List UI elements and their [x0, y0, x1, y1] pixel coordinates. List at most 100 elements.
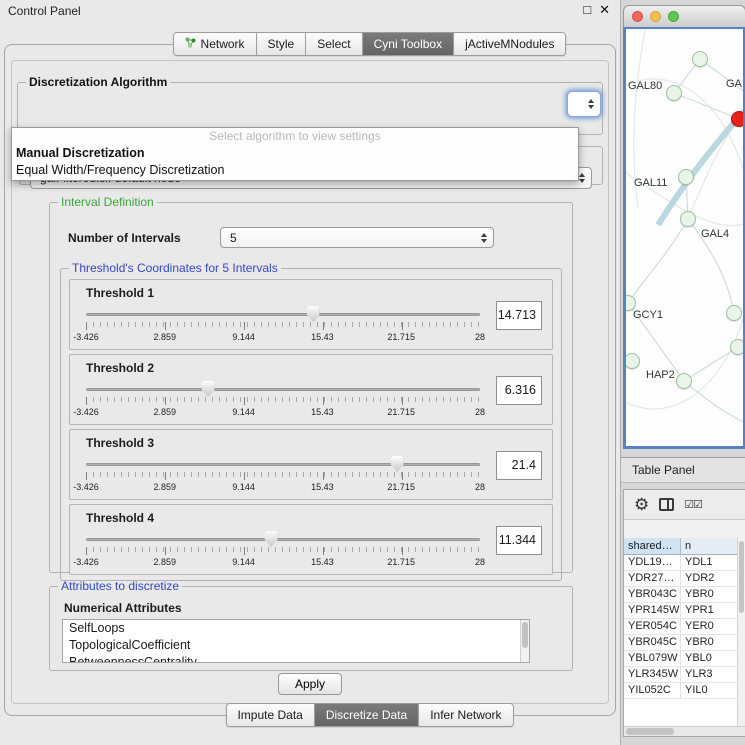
table-toolbar: ⚙ ☑☑	[624, 490, 745, 520]
slider-tick-label: 15.43	[311, 332, 334, 342]
float-window-icon[interactable]: □	[583, 2, 591, 18]
attribute-item[interactable]: BetweennessCentrality	[63, 654, 529, 663]
table-row[interactable]: YBR043CYBR0	[624, 587, 745, 603]
table-row[interactable]: YER054CYER0	[624, 619, 745, 635]
network-node[interactable]	[678, 169, 694, 185]
slider-tick-label: 2.859	[154, 332, 177, 342]
scrollbar-thumb[interactable]	[739, 541, 744, 613]
attributes-to-discretize-group: Attributes to discretize Numerical Attri…	[49, 579, 573, 671]
table-row[interactable]: YDL19…YDL1	[624, 555, 745, 571]
slider-tick-label: 15.43	[311, 407, 334, 417]
threshold-coordinates-group: Threshold's Coordinates for 5 Intervals …	[60, 261, 562, 581]
slider-tick-label: 28	[475, 407, 485, 417]
attribute-item[interactable]: TopologicalCoefficient	[63, 637, 529, 654]
threshold-slider[interactable]: -3.4262.8599.14415.4321.71528	[86, 529, 480, 571]
close-traffic-light-icon[interactable]	[632, 11, 643, 22]
threshold-value-field[interactable]: 11.344	[496, 526, 542, 555]
network-node[interactable]	[731, 111, 745, 127]
tab-discretize-data[interactable]: Discretize Data	[314, 704, 418, 726]
table-row[interactable]: YBL079WYBL0	[624, 651, 745, 667]
attribute-list-scrollbar[interactable]	[520, 620, 529, 662]
dropdown-option[interactable]: Manual Discretization	[12, 145, 578, 162]
table-horizontal-scrollbar[interactable]	[624, 726, 745, 736]
threshold-slider[interactable]: -3.4262.8599.14415.4321.71528	[86, 454, 480, 496]
window-title: Control Panel	[8, 4, 81, 18]
attribute-list[interactable]: SelfLoopsTopologicalCoefficientBetweenne…	[62, 619, 530, 663]
columns-icon[interactable]	[659, 498, 674, 511]
slider-tick-labels: -3.4262.8599.14415.4321.71528	[86, 557, 480, 568]
slider-thumb[interactable]	[265, 531, 278, 547]
table-panel-window: ⚙ ☑☑ shared…n YDL19…YDL1YDR27…YDR2YBR043…	[623, 489, 745, 737]
table-column-header[interactable]: shared…	[624, 538, 681, 554]
table-cell: YPR1	[681, 603, 745, 618]
combo-stepper-icon	[481, 233, 487, 243]
threshold-value-field[interactable]: 21.4	[496, 451, 542, 480]
tab-network[interactable]: Network	[174, 33, 256, 55]
tab-infer-network[interactable]: Infer Network	[418, 704, 512, 726]
apply-button[interactable]: Apply	[278, 673, 342, 695]
dropdown-option[interactable]: Equal Width/Frequency Discretization	[12, 162, 578, 179]
tab-select[interactable]: Select	[305, 33, 361, 55]
slider-tick-label: 15.43	[311, 482, 334, 492]
table-row[interactable]: YDR27…YDR2	[624, 571, 745, 587]
minimize-traffic-light-icon[interactable]	[650, 11, 661, 22]
table-cell: YDL19…	[624, 555, 681, 570]
algorithm-combo[interactable]	[567, 91, 601, 117]
network-node[interactable]	[680, 211, 696, 227]
group-title: Threshold's Coordinates for 5 Intervals	[69, 261, 281, 275]
number-of-intervals-combo[interactable]: 5	[220, 227, 494, 248]
table-panel-header[interactable]: Table Panel	[621, 457, 745, 483]
threshold-slider[interactable]: -3.4262.8599.14415.4321.71528	[86, 379, 480, 421]
right-panel: GAL80GAGAL11GAL4GCY1HAP2 Table Panel ⚙ ☑…	[620, 0, 745, 745]
network-node[interactable]	[730, 339, 745, 355]
gear-icon[interactable]: ⚙	[634, 496, 649, 513]
network-node-label: HAP2	[646, 369, 675, 381]
zoom-traffic-light-icon[interactable]	[668, 11, 679, 22]
slider-thumb[interactable]	[391, 456, 404, 472]
slider-tick-labels: -3.4262.8599.14415.4321.71528	[86, 407, 480, 418]
network-node[interactable]	[624, 353, 640, 369]
combo-stepper-icon	[588, 99, 594, 109]
threshold-value-field[interactable]: 6.316	[496, 376, 542, 405]
network-node[interactable]	[666, 85, 682, 101]
table-row[interactable]: YIL052CYIL0	[624, 683, 745, 699]
attribute-item[interactable]: SelfLoops	[63, 620, 529, 637]
table-column-header[interactable]: n	[681, 538, 745, 554]
select-rows-icon[interactable]: ☑☑	[684, 498, 702, 511]
tab-style[interactable]: Style	[256, 33, 306, 55]
network-node[interactable]	[692, 51, 708, 67]
network-node[interactable]	[676, 373, 692, 389]
network-node-label: GAL80	[628, 80, 662, 92]
tab-label: Infer Network	[430, 708, 501, 722]
group-title: Attributes to discretize	[58, 579, 182, 593]
table-row[interactable]: YBR045CYBR0	[624, 635, 745, 651]
table-cell: YDR27…	[624, 571, 681, 586]
network-node-label: GA	[726, 78, 742, 90]
network-window-titlebar[interactable]	[623, 5, 745, 27]
table-row[interactable]: YLR345WYLR3	[624, 667, 745, 683]
table-cell: YBR0	[681, 587, 745, 602]
close-window-icon[interactable]: ✕	[599, 2, 610, 18]
slider-tick-label: -3.426	[73, 557, 99, 567]
table-panel-title: Table Panel	[632, 463, 695, 477]
slider-thumb[interactable]	[202, 381, 215, 397]
network-node-label: GAL11	[634, 177, 667, 189]
table-vertical-scrollbar[interactable]	[737, 538, 745, 726]
scrollbar-thumb[interactable]	[626, 728, 674, 735]
tab-jactivemnodules[interactable]: jActiveMNodules	[453, 33, 565, 55]
threshold-panel: Threshold 4 -3.4262.8599.14415.4321.7152…	[69, 504, 553, 575]
network-canvas[interactable]: GAL80GAGAL11GAL4GCY1HAP2	[626, 29, 743, 446]
tab-impute-data[interactable]: Impute Data	[226, 704, 313, 726]
scrollbar-thumb[interactable]	[522, 622, 528, 648]
slider-tick-label: 9.144	[232, 332, 255, 342]
threshold-slider[interactable]: -3.4262.8599.14415.4321.71528	[86, 304, 480, 346]
slider-thumb[interactable]	[307, 306, 320, 322]
slider-ticks	[86, 547, 480, 555]
slider-tick-label: 21.715	[387, 407, 415, 417]
threshold-value-field[interactable]: 14.713	[496, 301, 542, 330]
table-row[interactable]: YPR145WYPR1	[624, 603, 745, 619]
tab-cyni-toolbox[interactable]: Cyni Toolbox	[362, 33, 453, 55]
table-cell: YER0	[681, 619, 745, 634]
network-node[interactable]	[726, 305, 742, 321]
slider-tick-label: 9.144	[232, 407, 255, 417]
